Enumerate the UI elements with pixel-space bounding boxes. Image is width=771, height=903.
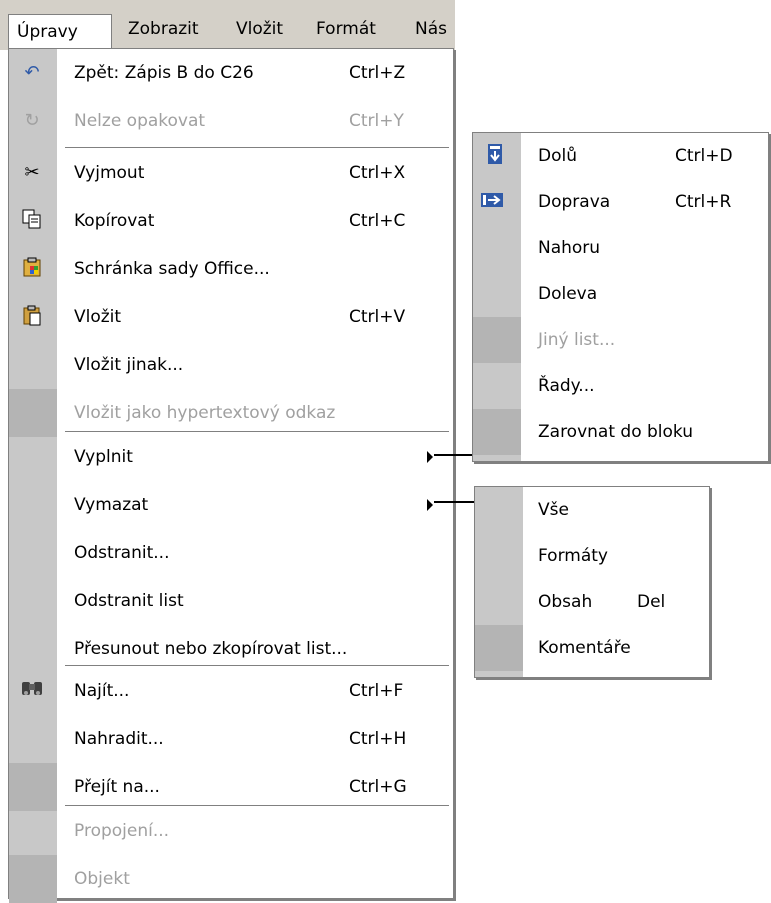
menu-separator <box>65 665 449 666</box>
submenu-item-clear-contents[interactable]: Obsah Del <box>475 579 709 625</box>
redo-icon: ↻ <box>24 110 40 131</box>
undo-icon: ↶ <box>24 62 40 83</box>
gutter-shade <box>9 855 57 903</box>
gutter-shade <box>9 389 57 437</box>
submenu-arrow-icon <box>427 451 433 463</box>
menu-item-object[interactable]: Objekt <box>9 855 453 903</box>
menu-item-fill[interactable]: Vyplnit <box>9 433 453 481</box>
submenu-item-clear-all[interactable]: Vše <box>475 487 709 533</box>
submenu-connector <box>434 501 474 503</box>
office-clipboard-icon <box>19 256 45 282</box>
menu-item-replace[interactable]: Nahradit... Ctrl+H <box>9 715 453 763</box>
menu-item-goto[interactable]: Přejít na... Ctrl+G <box>9 763 453 811</box>
fill-down-icon <box>482 143 508 169</box>
menu-item-redo[interactable]: ↻ Nelze opakovat Ctrl+Y <box>9 97 453 145</box>
submenu-item-clear-comments[interactable]: Komentáře <box>475 625 709 671</box>
menu-item-cut[interactable]: ✂ Vyjmout Ctrl+X <box>9 149 453 197</box>
submenu-item-series[interactable]: Řady... <box>473 363 768 409</box>
gutter-shade <box>9 763 57 811</box>
scissors-icon: ✂ <box>24 162 40 183</box>
menu-item-office-clipboard[interactable]: Schránka sady Office... <box>9 245 453 293</box>
menu-zobrazit[interactable]: Zobrazit <box>128 12 199 46</box>
menu-item-delete-sheet[interactable]: Odstranit list <box>9 577 453 625</box>
menu-format[interactable]: Formát <box>316 12 376 46</box>
gutter-shade <box>473 409 521 455</box>
menu-separator <box>65 147 449 148</box>
menu-separator <box>65 805 449 806</box>
binoculars-icon <box>19 678 45 704</box>
submenu-item-clear-formats[interactable]: Formáty <box>475 533 709 579</box>
gutter-shade <box>473 317 521 363</box>
submenu-item-fill-left[interactable]: Doleva <box>473 271 768 317</box>
menu-item-find[interactable]: Najít... Ctrl+F <box>9 667 453 715</box>
submenu-item-fill-down[interactable]: Dolů Ctrl+D <box>473 133 768 179</box>
copy-icon <box>19 208 45 234</box>
menu-vlozit[interactable]: Vložit <box>236 12 283 46</box>
menu-item-copy[interactable]: Kopírovat Ctrl+C <box>9 197 453 245</box>
submenu-item-fill-right[interactable]: Doprava Ctrl+R <box>473 179 768 225</box>
menu-item-paste[interactable]: Vložit Ctrl+V <box>9 293 453 341</box>
menu-item-delete[interactable]: Odstranit... <box>9 529 453 577</box>
paste-icon <box>19 304 45 330</box>
gutter-shade <box>475 625 523 671</box>
submenu-item-justify[interactable]: Zarovnat do bloku <box>473 409 768 455</box>
edit-menu: ↶ Zpět: Zápis B do C26 Ctrl+Z ↻ Nelze op… <box>8 48 454 903</box>
menu-item-paste-hyperlink[interactable]: Vložit jako hypertextový odkaz <box>9 389 453 437</box>
clear-submenu: Vše Formáty Obsah Del Komentáře <box>474 486 710 678</box>
fill-right-icon <box>479 191 505 217</box>
submenu-item-fill-up[interactable]: Nahoru <box>473 225 768 271</box>
menu-nastroje[interactable]: Nás <box>415 12 447 46</box>
submenu-arrow-icon <box>427 499 433 511</box>
submenu-connector <box>434 454 472 456</box>
menu-item-undo[interactable]: ↶ Zpět: Zápis B do C26 Ctrl+Z <box>9 49 453 97</box>
menu-item-clear[interactable]: Vymazat <box>9 481 453 529</box>
menu-item-paste-special[interactable]: Vložit jinak... <box>9 341 453 389</box>
menu-upravy[interactable]: Úpravy <box>8 14 112 50</box>
submenu-item-other-sheet[interactable]: Jiný list... <box>473 317 768 363</box>
menu-item-links[interactable]: Propojení... <box>9 807 453 855</box>
menu-separator <box>65 431 449 432</box>
fill-submenu: Dolů Ctrl+D Doprava Ctrl+R Nahoru Doleva… <box>472 132 769 462</box>
menu-bar: Úpravy Zobrazit Vložit Formát Nás <box>0 0 455 50</box>
